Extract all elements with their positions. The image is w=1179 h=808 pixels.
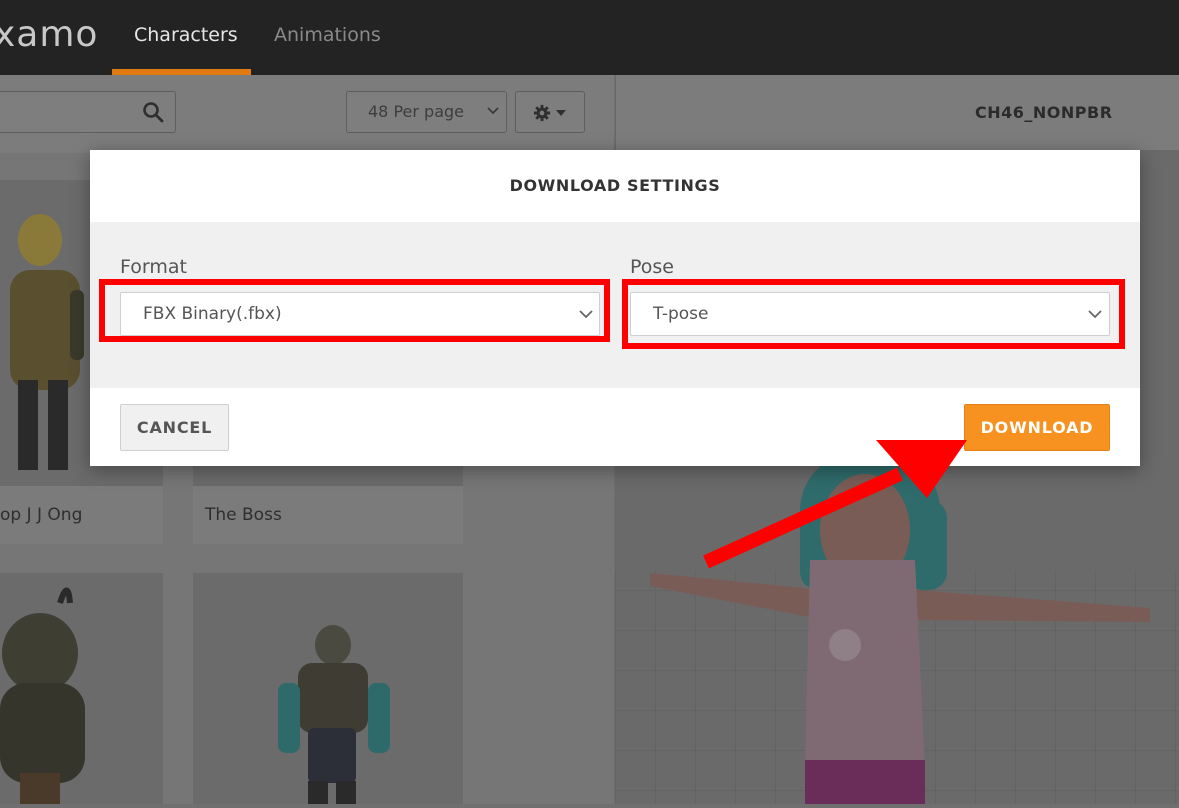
pose-label: Pose — [630, 256, 674, 278]
format-highlight-box — [99, 279, 610, 342]
character-card-label[interactable]: The Boss — [193, 486, 463, 544]
character-name: CH46_NONPBR — [975, 103, 1113, 122]
red-arrow-annotation — [703, 440, 967, 569]
character-figure-image — [278, 625, 390, 804]
pose-highlight-box — [622, 279, 1125, 349]
dialog-title: DOWNLOAD SETTINGS — [509, 176, 721, 195]
character-figure-image — [0, 587, 85, 804]
search-icon[interactable] — [141, 100, 165, 124]
gear-icon — [533, 104, 551, 122]
character-card-thumbnail[interactable] — [193, 573, 463, 804]
app-logo[interactable]: xamo — [0, 14, 98, 55]
character-card-thumbnail[interactable] — [0, 573, 163, 804]
tab-characters[interactable]: Characters — [134, 24, 238, 46]
character-card-label[interactable]: op J J Ong — [0, 486, 163, 544]
caret-down-icon — [556, 110, 566, 116]
tab-animations[interactable]: Animations — [274, 24, 381, 46]
cancel-button[interactable]: CANCEL — [120, 404, 229, 451]
settings-dropdown-button[interactable] — [515, 91, 585, 133]
per-page-select[interactable]: 48 Per page — [346, 91, 507, 133]
chevron-down-icon — [487, 107, 499, 115]
format-label: Format — [120, 256, 187, 278]
